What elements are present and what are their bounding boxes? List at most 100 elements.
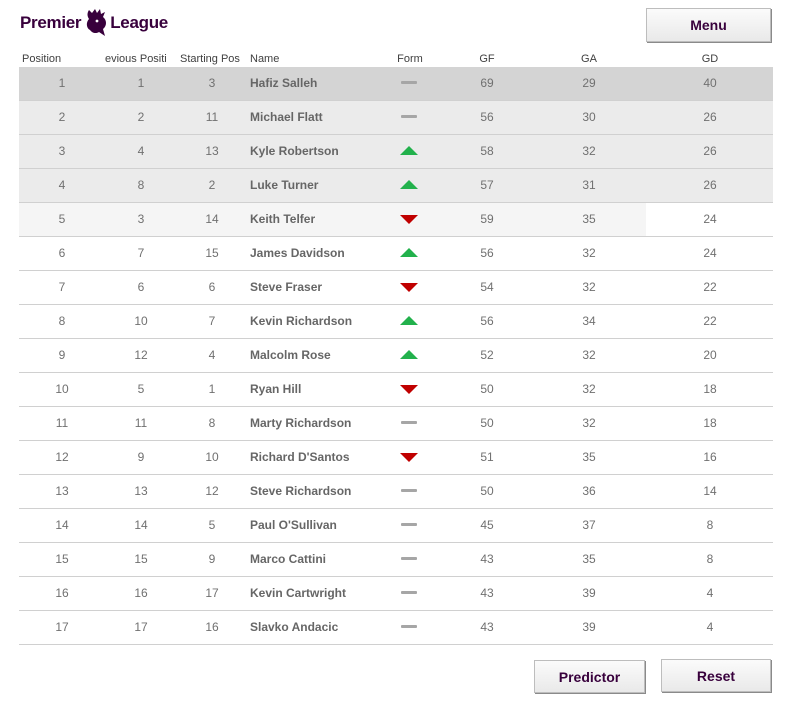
goal-difference-cell: 16 [703,450,717,464]
player-name: Marco Cattini [250,552,327,566]
previous-position-cell: 3 [137,212,145,226]
player-name: Richard D'Santos [250,450,350,464]
table-row: 5 3 14 Keith Telfer 59 35 24 [19,203,773,237]
starting-position-cell: 10 [205,450,219,464]
goals-against-cell: 32 [582,382,596,396]
player-name: Kevin Richardson [250,314,353,328]
reset-button[interactable]: Reset [661,659,771,692]
player-name: James Davidson [250,246,345,260]
goal-difference-cell: 20 [703,348,717,362]
starting-position-cell: 16 [205,620,219,634]
table-row: 6 7 15 James Davidson 56 32 24 [19,237,773,271]
form-no-change-icon [401,81,417,84]
predictor-button[interactable]: Predictor [534,660,645,693]
position-cell: 4 [58,178,66,192]
position-cell: 8 [58,314,66,328]
goals-against-cell: 35 [582,212,596,226]
position-cell: 7 [58,280,66,294]
form-down-arrow-icon [400,385,418,394]
goals-for-cell: 56 [480,246,494,260]
position-cell: 6 [58,246,66,260]
player-name: Ryan Hill [250,382,302,396]
previous-position-cell: 14 [134,518,148,532]
goals-for-cell: 50 [480,416,494,430]
position-cell: 10 [55,382,69,396]
table-row: 3 4 13 Kyle Robertson 58 32 26 [19,135,773,169]
goals-for-cell: 52 [480,348,494,362]
goals-against-cell: 39 [582,620,596,634]
player-name: Keith Telfer [250,212,316,226]
form-up-arrow-icon [400,146,418,155]
header-gd: GD [701,53,719,65]
menu-button[interactable]: Menu [646,8,771,42]
starting-position-cell: 17 [205,586,219,600]
table-row: 9 12 4 Malcolm Rose 52 32 20 [19,339,773,373]
player-name: Steve Fraser [250,280,323,294]
goals-for-cell: 57 [480,178,494,192]
starting-position-cell: 4 [208,348,216,362]
goal-difference-cell: 4 [706,620,714,634]
previous-position-cell: 17 [134,620,148,634]
goals-for-cell: 56 [480,110,494,124]
goals-for-cell: 43 [480,552,494,566]
starting-position-cell: 9 [208,552,216,566]
goal-difference-cell: 26 [703,110,717,124]
table-row: 13 13 12 Steve Richardson 50 36 14 [19,475,773,509]
header-form: Form [397,53,423,65]
table-row: 15 15 9 Marco Cattini 43 35 8 [19,543,773,577]
goals-against-cell: 30 [582,110,596,124]
starting-position-cell: 5 [208,518,216,532]
header-name: Name [250,53,280,65]
table-row: 11 11 8 Marty Richardson 50 32 18 [19,407,773,441]
table-row: 7 6 6 Steve Fraser 54 32 22 [19,271,773,305]
player-name: Paul O'Sullivan [250,518,337,532]
player-name: Michael Flatt [250,110,323,124]
starting-position-cell: 2 [208,178,216,192]
logo-word-league: League [110,13,168,32]
starting-position-cell: 14 [205,212,219,226]
form-no-change-icon [401,591,417,594]
position-cell: 9 [58,348,66,362]
player-name: Kevin Cartwright [250,586,347,600]
goal-difference-cell: 18 [703,382,717,396]
starting-position-cell: 13 [205,144,219,158]
starting-position-cell: 15 [205,246,219,260]
header-gf: GF [479,53,495,65]
logo-word-premier: Premier [20,13,82,32]
player-name: Steve Richardson [250,484,352,498]
starting-position-cell: 12 [205,484,219,498]
previous-position-cell: 9 [137,450,145,464]
previous-position-cell: 15 [134,552,148,566]
previous-position-cell: 12 [134,348,148,362]
form-no-change-icon [401,625,417,628]
table-row: 4 8 2 Luke Turner 57 31 26 [19,169,773,203]
goals-for-cell: 51 [480,450,494,464]
starting-position-cell: 6 [208,280,216,294]
header-previous-position: evious Positi [105,53,167,65]
player-name: Luke Turner [250,178,319,192]
form-up-arrow-icon [400,248,418,257]
previous-position-cell: 16 [134,586,148,600]
position-cell: 15 [55,552,69,566]
goals-for-cell: 50 [480,382,494,396]
player-name: Hafiz Salleh [250,76,318,90]
goals-against-cell: 32 [582,280,596,294]
player-name: Kyle Robertson [250,144,339,158]
goal-difference-cell: 24 [703,246,717,260]
previous-position-cell: 2 [137,110,145,124]
starting-position-cell: 3 [208,76,216,90]
form-up-arrow-icon [400,350,418,359]
starting-position-cell: 1 [208,382,216,396]
player-name: Marty Richardson [250,416,352,430]
header-ga: GA [581,53,597,65]
previous-position-cell: 10 [134,314,148,328]
goal-difference-cell: 4 [706,586,714,600]
goals-for-cell: 58 [480,144,494,158]
form-down-arrow-icon [400,215,418,224]
starting-position-cell: 11 [205,110,219,124]
goals-against-cell: 29 [582,76,596,90]
goals-against-cell: 39 [582,586,596,600]
form-no-change-icon [401,557,417,560]
form-down-arrow-icon [400,283,418,292]
goals-for-cell: 59 [480,212,494,226]
